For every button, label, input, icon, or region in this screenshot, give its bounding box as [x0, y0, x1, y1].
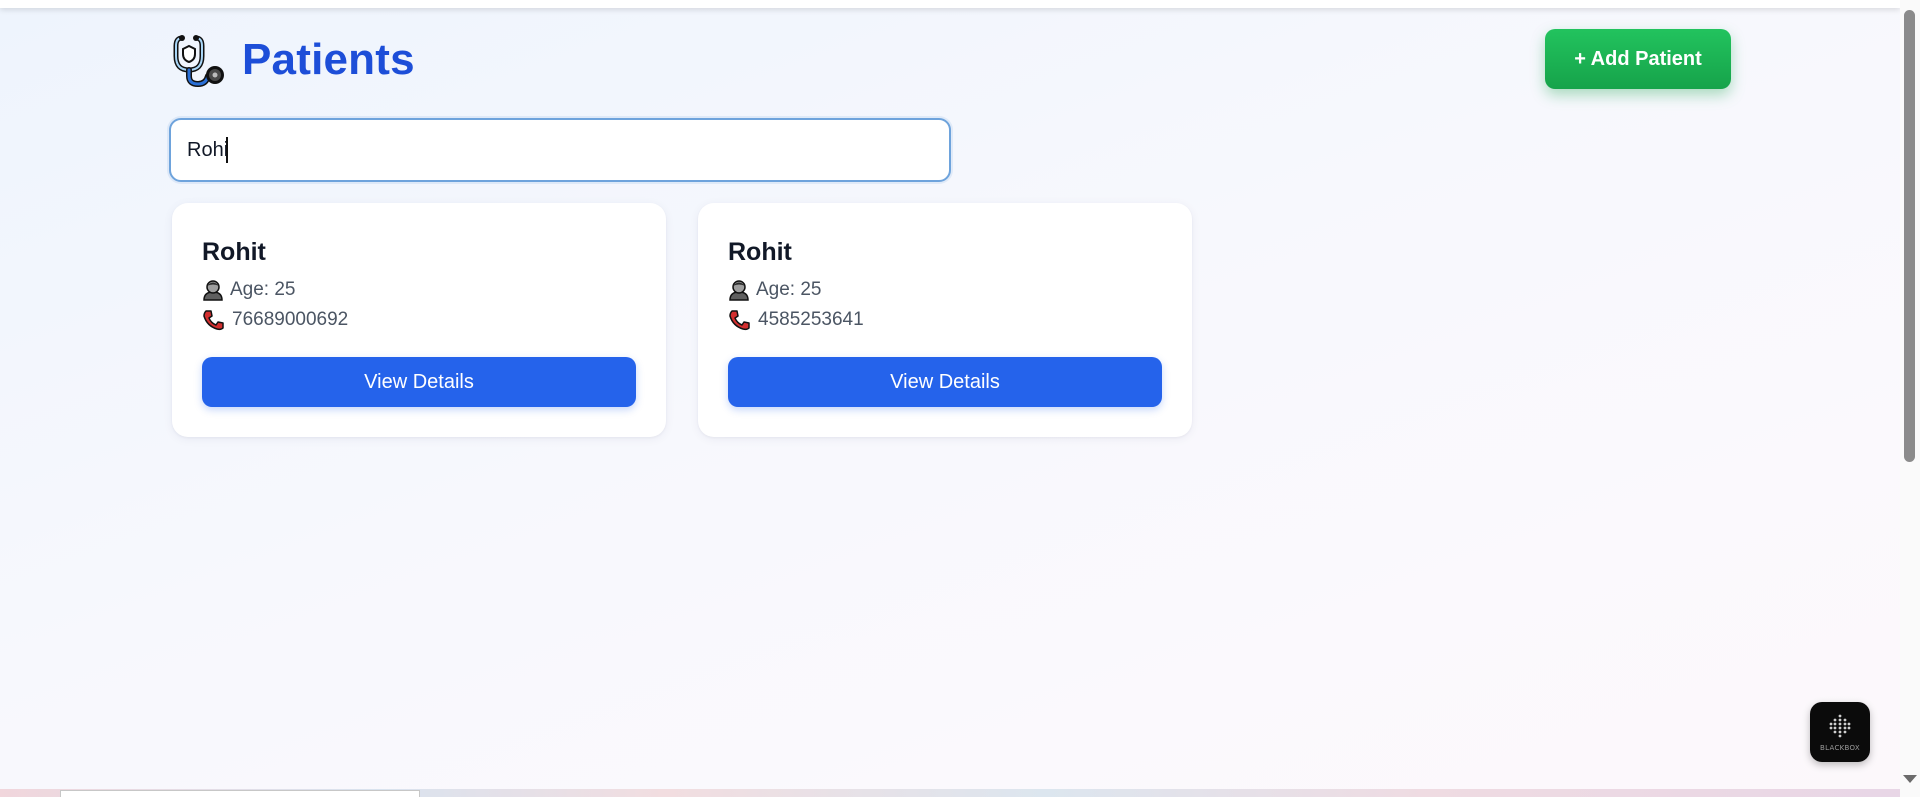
scroll-down-arrow-icon[interactable] — [1903, 775, 1917, 783]
patient-phone-row: 76689000692 — [202, 305, 636, 335]
dot-grid-icon — [1829, 714, 1851, 738]
bottom-tab[interactable] — [60, 790, 420, 797]
top-bar-shadow — [0, 0, 1900, 8]
patient-card: Rohit Age: 25 4585253641 View Details — [698, 203, 1192, 437]
patient-name: Rohit — [202, 238, 266, 266]
patient-phone: 4585253641 — [758, 309, 864, 330]
blackbox-widget-button[interactable]: BLACKBOX — [1810, 702, 1870, 762]
patient-age: Age: 25 — [756, 279, 822, 300]
blackbox-label: BLACKBOX — [1820, 744, 1860, 752]
patient-card: Rohit Age: 25 76689000692 View Details — [172, 203, 666, 437]
patient-name: Rohit — [728, 238, 792, 266]
view-details-button[interactable]: View Details — [728, 357, 1162, 407]
patient-age-row: Age: 25 — [728, 275, 1162, 305]
patient-age: Age: 25 — [230, 279, 296, 300]
view-details-button[interactable]: View Details — [202, 357, 636, 407]
scrollbar-thumb[interactable] — [1904, 10, 1915, 462]
text-caret — [226, 137, 228, 163]
patient-phone: 76689000692 — [232, 309, 349, 330]
phone-icon — [203, 310, 224, 331]
person-icon — [729, 280, 749, 301]
phone-icon — [729, 310, 750, 331]
person-icon — [203, 280, 223, 301]
patient-age-row: Age: 25 — [202, 275, 636, 305]
patient-phone-row: 4585253641 — [728, 305, 1162, 335]
add-patient-button[interactable]: + Add Patient — [1545, 29, 1731, 89]
page-header: Patients — [172, 32, 415, 88]
stethoscope-icon — [173, 35, 224, 88]
search-input[interactable] — [169, 118, 951, 182]
page-title: Patients — [242, 35, 415, 84]
